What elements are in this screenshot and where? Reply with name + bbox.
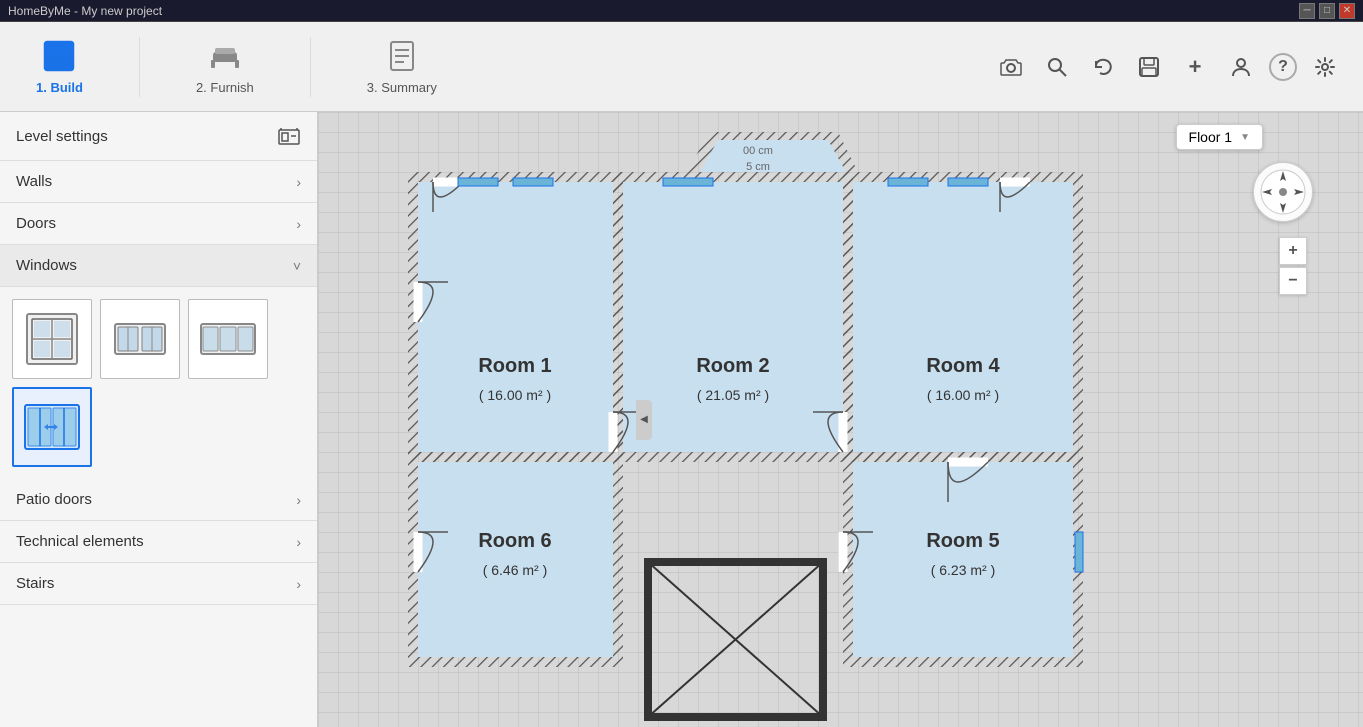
technical-elements-chevron: › bbox=[296, 534, 301, 550]
nav-divider-2 bbox=[310, 37, 311, 97]
sidebar-item-patio-doors[interactable]: Patio doors › bbox=[0, 479, 317, 521]
patio-doors-chevron: › bbox=[296, 492, 301, 508]
build-label: 1. Build bbox=[36, 80, 83, 95]
main-content: Level settings Walls › Doors › Windows ˅ bbox=[0, 112, 1363, 727]
floor-plan: 00 cm 5 cm bbox=[378, 132, 1198, 727]
room1-area: ( 16.00 m² ) bbox=[479, 387, 551, 403]
room2-label: Room 2 bbox=[696, 355, 769, 377]
room4-label: Room 4 bbox=[926, 355, 1000, 377]
room6-area: ( 6.46 m² ) bbox=[483, 562, 548, 578]
settings-button[interactable] bbox=[1307, 49, 1343, 85]
room4-area: ( 16.00 m² ) bbox=[927, 387, 999, 403]
windows-grid bbox=[0, 287, 317, 479]
app: 1. Build 2. Furnish bbox=[0, 22, 1363, 727]
dim-label-1: 00 cm bbox=[743, 145, 773, 157]
floor-selector-chevron: ▼ bbox=[1240, 132, 1250, 143]
save-button[interactable] bbox=[1131, 49, 1167, 85]
doors-chevron: › bbox=[296, 216, 301, 232]
level-settings-header[interactable]: Level settings bbox=[0, 112, 317, 161]
top-navigation: 1. Build 2. Furnish bbox=[0, 22, 1363, 112]
walls-chevron: › bbox=[296, 174, 301, 190]
patio-doors-label: Patio doors bbox=[16, 491, 92, 508]
sidebar-item-walls[interactable]: Walls › bbox=[0, 161, 317, 203]
level-settings-icon bbox=[277, 124, 301, 148]
user-button[interactable] bbox=[1223, 49, 1259, 85]
window-type-triple[interactable] bbox=[188, 299, 268, 379]
add-button[interactable]: + bbox=[1177, 49, 1213, 85]
maximize-button[interactable]: □ bbox=[1319, 3, 1335, 19]
level-settings-label: Level settings bbox=[16, 128, 108, 145]
minimize-button[interactable]: ─ bbox=[1299, 3, 1315, 19]
technical-elements-label: Technical elements bbox=[16, 533, 144, 550]
window-type-special[interactable] bbox=[12, 387, 92, 467]
floor-selector[interactable]: Floor 1 ▼ bbox=[1176, 124, 1263, 150]
window-type-double[interactable] bbox=[100, 299, 180, 379]
sidebar-item-technical-elements[interactable]: Technical elements › bbox=[0, 521, 317, 563]
doors-label: Doors bbox=[16, 215, 56, 232]
room5-area: ( 6.23 m² ) bbox=[931, 562, 996, 578]
nav-item-build[interactable]: 1. Build bbox=[20, 30, 99, 103]
room5-label: Room 5 bbox=[926, 530, 999, 552]
room6-label: Room 6 bbox=[478, 530, 551, 552]
window-controls: ─ □ ✕ bbox=[1299, 3, 1355, 19]
sidebar-item-stairs[interactable]: Stairs › bbox=[0, 563, 317, 605]
windows-label: Windows bbox=[16, 257, 77, 274]
furnish-icon bbox=[207, 38, 243, 74]
window-type-single[interactable] bbox=[12, 299, 92, 379]
walls-label: Walls bbox=[16, 173, 52, 190]
floor-selector-label: Floor 1 bbox=[1189, 129, 1233, 145]
help-button[interactable]: ? bbox=[1269, 53, 1297, 81]
nav-item-furnish[interactable]: 2. Furnish bbox=[180, 30, 270, 103]
room2-area: ( 21.05 m² ) bbox=[697, 387, 769, 403]
navigation-compass[interactable] bbox=[1253, 162, 1313, 222]
sidebar-item-windows[interactable]: Windows ˅ bbox=[0, 245, 317, 287]
search-button[interactable] bbox=[1039, 49, 1075, 85]
window-title: HomeByMe - My new project bbox=[8, 4, 1299, 18]
summary-label: 3. Summary bbox=[367, 80, 437, 95]
dim-label-2: 5 cm bbox=[746, 161, 770, 173]
canvas-area[interactable]: ◀ bbox=[318, 112, 1363, 727]
summary-icon bbox=[384, 38, 420, 74]
stairs-label: Stairs bbox=[16, 575, 54, 592]
sidebar-collapse-button[interactable]: ◀ bbox=[636, 400, 652, 440]
furnish-label: 2. Furnish bbox=[196, 80, 254, 95]
zoom-out-button[interactable]: − bbox=[1279, 267, 1307, 295]
nav-divider-1 bbox=[139, 37, 140, 97]
sidebar: Level settings Walls › Doors › Windows ˅ bbox=[0, 112, 318, 727]
toolbar-right: + ? bbox=[993, 49, 1343, 85]
undo-button[interactable] bbox=[1085, 49, 1121, 85]
zoom-controls: + − bbox=[1279, 237, 1307, 295]
camera-button[interactable] bbox=[993, 49, 1029, 85]
titlebar: HomeByMe - My new project ─ □ ✕ bbox=[0, 0, 1363, 22]
build-icon bbox=[41, 38, 77, 74]
windows-chevron: ˅ bbox=[293, 258, 301, 274]
nav-item-summary[interactable]: 3. Summary bbox=[351, 30, 453, 103]
sidebar-item-doors[interactable]: Doors › bbox=[0, 203, 317, 245]
stairs-chevron: › bbox=[296, 576, 301, 592]
room1-label: Room 1 bbox=[478, 355, 551, 377]
zoom-in-button[interactable]: + bbox=[1279, 237, 1307, 265]
close-button[interactable]: ✕ bbox=[1339, 3, 1355, 19]
